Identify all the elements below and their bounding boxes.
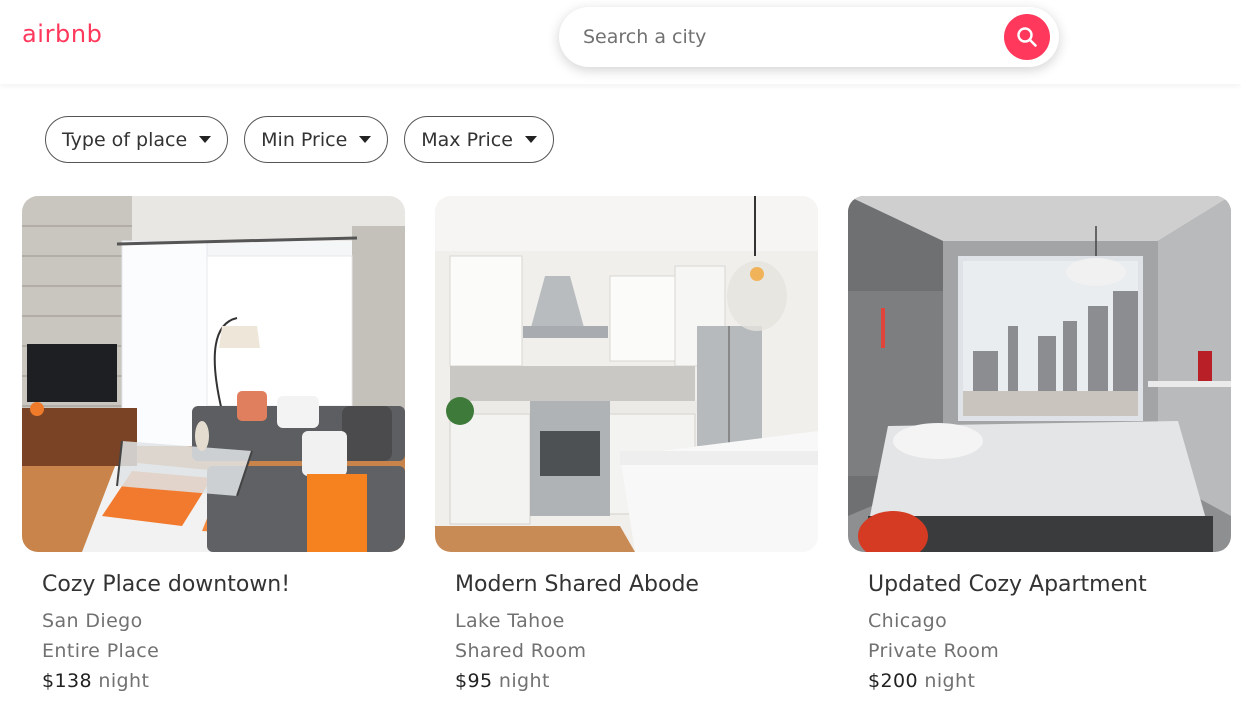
price-amount: $95	[455, 670, 493, 692]
listing-price: $95 night	[455, 669, 818, 693]
listing-details: Modern Shared Abode Lake Tahoe Shared Ro…	[435, 572, 818, 693]
filter-label: Min Price	[261, 128, 348, 151]
search-button[interactable]	[1004, 14, 1050, 60]
bedroom-photo[interactable]	[848, 196, 1231, 552]
filter-label: Type of place	[62, 128, 188, 151]
search-icon	[1017, 27, 1037, 47]
listing-type: Shared Room	[455, 640, 587, 662]
price-unit: night	[98, 670, 150, 692]
filter-max-price[interactable]: Max Price	[404, 116, 554, 163]
listing-city: Chicago	[868, 610, 948, 632]
kitchen-photo[interactable]	[435, 196, 818, 552]
search-bar	[559, 7, 1059, 67]
filter-type-of-place[interactable]: Type of place	[45, 116, 229, 163]
filter-bar: Type of place Min Price Max Price	[45, 116, 554, 163]
listing-type: Entire Place	[42, 640, 160, 662]
listing-card[interactable]: Modern Shared Abode Lake Tahoe Shared Ro…	[435, 196, 818, 693]
price-unit: night	[924, 670, 976, 692]
listing-grid: Cozy Place downtown! San Diego Entire Pl…	[22, 196, 1231, 693]
listing-city: Lake Tahoe	[455, 610, 565, 632]
listing-title[interactable]: Modern Shared Abode	[455, 572, 818, 597]
listing-card[interactable]: Updated Cozy Apartment Chicago Private R…	[848, 196, 1231, 693]
filter-label: Max Price	[421, 128, 513, 151]
listing-price: $138 night	[42, 669, 405, 693]
listing-card[interactable]: Cozy Place downtown! San Diego Entire Pl…	[22, 196, 405, 693]
listing-details: Cozy Place downtown! San Diego Entire Pl…	[22, 572, 405, 693]
living-room-photo[interactable]	[22, 196, 405, 552]
search-input[interactable]	[583, 21, 993, 53]
listing-type: Private Room	[868, 640, 1000, 662]
caret-down-icon	[359, 136, 372, 143]
caret-down-icon	[199, 136, 212, 143]
price-amount: $138	[42, 670, 92, 692]
filter-min-price[interactable]: Min Price	[244, 116, 389, 163]
listing-title[interactable]: Updated Cozy Apartment	[868, 572, 1231, 597]
listing-details: Updated Cozy Apartment Chicago Private R…	[848, 572, 1231, 693]
price-amount: $200	[868, 670, 918, 692]
header: airbnb	[0, 0, 1241, 84]
airbnb-logo[interactable]: airbnb	[22, 20, 103, 48]
caret-down-icon	[524, 136, 537, 143]
listing-title[interactable]: Cozy Place downtown!	[42, 572, 405, 597]
listing-price: $200 night	[868, 669, 1231, 693]
price-unit: night	[498, 670, 550, 692]
listing-city: San Diego	[42, 610, 143, 632]
